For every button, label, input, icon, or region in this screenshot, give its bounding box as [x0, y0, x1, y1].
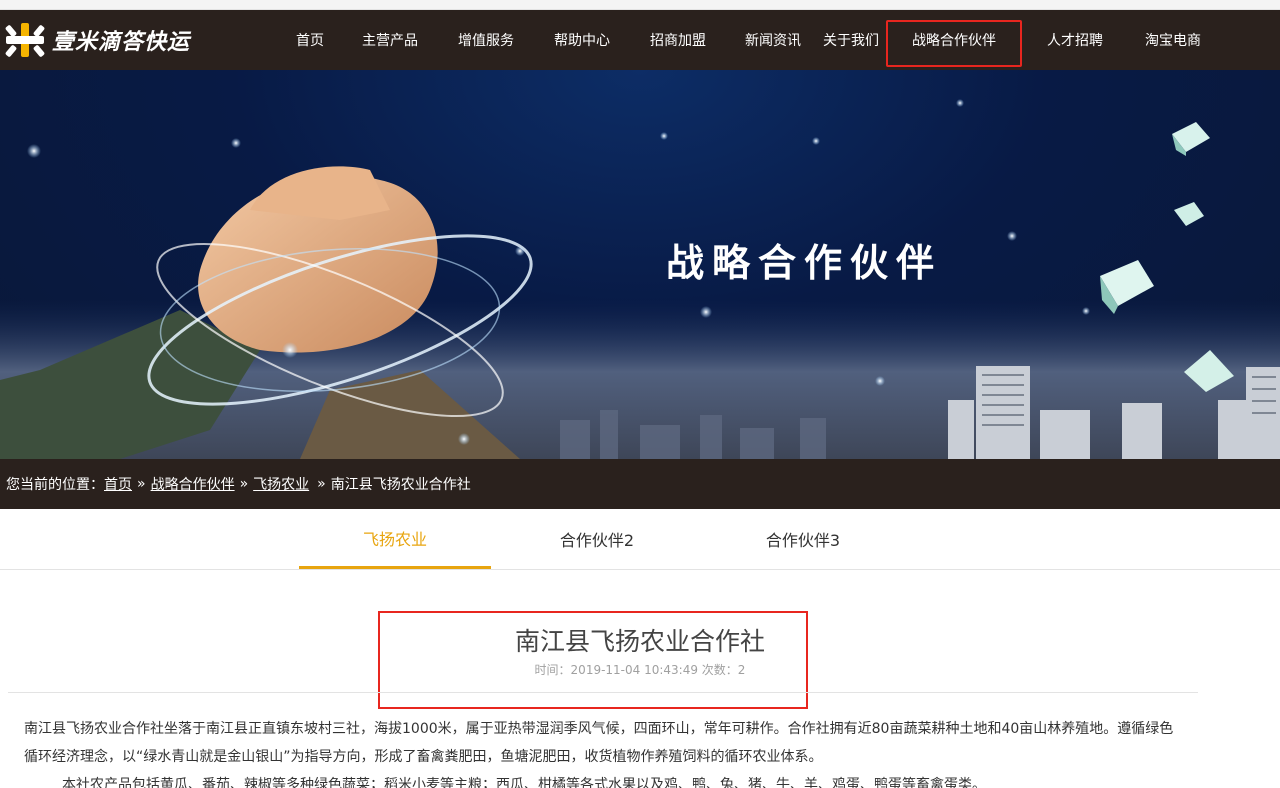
tab-partner-3[interactable]: 合作伙伴3 — [707, 509, 899, 569]
site-header: 壹米滴答快运 首页 主营产品 增值服务 帮助中心 招商加盟 新闻资讯 关于我们 … — [0, 10, 1280, 70]
banner-artwork — [0, 99, 1280, 459]
nav-item-help[interactable]: 帮助中心 — [534, 10, 630, 70]
banner-title: 战略合作伙伴 — [666, 241, 943, 285]
article-paragraph: 南江县飞扬农业合作社坐落于南江县正直镇东坡村三社，海拔1000米，属于亚热带湿润… — [24, 721, 1174, 765]
nav-link-label[interactable]: 主营产品 — [362, 30, 418, 50]
breadcrumb: 您当前的位置： 首页 » 战略合作伙伴 » 飞扬农业 » 南江县飞扬农业合作社 — [0, 459, 1280, 509]
article-paragraph: 本社农产品包括黄瓜、番茄、辣椒等多种绿色蔬菜；稻米小麦等主粮；西瓜、柑橘等各式水… — [62, 777, 986, 788]
nav-item-about[interactable]: 关于我们 — [820, 10, 882, 70]
nav-link-label[interactable]: 淘宝电商 — [1145, 30, 1201, 50]
nav-item-products[interactable]: 主营产品 — [342, 10, 438, 70]
breadcrumb-separator: » — [239, 476, 249, 492]
partner-tabs: 飞扬农业 合作伙伴2 合作伙伴3 — [0, 509, 1280, 570]
nav-link-label[interactable]: 新闻资讯 — [745, 30, 801, 50]
logo-icon — [5, 23, 45, 57]
main-nav: 首页 主营产品 增值服务 帮助中心 招商加盟 新闻资讯 关于我们 战略合作伙伴 … — [278, 10, 1218, 70]
article-body: 南江县飞扬农业合作社坐落于南江县正直镇东坡村三社，海拔1000米，属于亚热带湿润… — [24, 715, 1174, 788]
tab-feiyang[interactable]: 飞扬农业 — [299, 509, 491, 569]
browser-top-strip — [0, 0, 1280, 10]
nav-link-label[interactable]: 增值服务 — [458, 30, 514, 50]
nav-item-taobao[interactable]: 淘宝电商 — [1128, 10, 1218, 70]
article-title: 南江县飞扬农业合作社 — [514, 627, 765, 656]
divider — [8, 692, 1198, 693]
nav-item-home[interactable]: 首页 — [278, 10, 342, 70]
nav-link-label[interactable]: 招商加盟 — [650, 30, 706, 50]
nav-link-label[interactable]: 首页 — [296, 30, 324, 50]
breadcrumb-separator: » — [317, 476, 326, 492]
breadcrumb-prefix: 您当前的位置： — [6, 477, 104, 493]
nav-item-value-added[interactable]: 增值服务 — [438, 10, 534, 70]
tab-partner-2[interactable]: 合作伙伴2 — [501, 509, 693, 569]
nav-link-label[interactable]: 战略合作伙伴 — [912, 30, 996, 50]
breadcrumb-link-partners[interactable]: 战略合作伙伴 — [151, 474, 235, 494]
hero-banner: 战略合作伙伴 — [0, 70, 1280, 459]
brand-logo[interactable]: 壹米滴答快运 — [4, 21, 190, 59]
breadcrumb-link-home[interactable]: 首页 — [104, 474, 132, 494]
brand-name: 壹米滴答快运 — [52, 30, 191, 55]
nav-item-partners[interactable]: 战略合作伙伴 — [886, 10, 1022, 70]
breadcrumb-link-feiyang[interactable]: 飞扬农业 — [253, 474, 309, 494]
nav-link-label[interactable]: 帮助中心 — [554, 30, 610, 50]
breadcrumb-separator: » — [137, 476, 146, 492]
breadcrumb-current: 南江县飞扬农业合作社 — [330, 477, 471, 493]
article: 南江县飞扬农业合作社 时间：2019-11-04 10:43:49 次数：2 南… — [0, 570, 1280, 788]
nav-item-franchise[interactable]: 招商加盟 — [630, 10, 726, 70]
nav-link-label[interactable]: 关于我们 — [823, 30, 879, 50]
nav-item-news[interactable]: 新闻资讯 — [726, 10, 820, 70]
nav-item-jobs[interactable]: 人才招聘 — [1022, 10, 1128, 70]
article-meta: 时间：2019-11-04 10:43:49 次数：2 — [534, 663, 746, 677]
nav-link-label[interactable]: 人才招聘 — [1047, 30, 1103, 50]
